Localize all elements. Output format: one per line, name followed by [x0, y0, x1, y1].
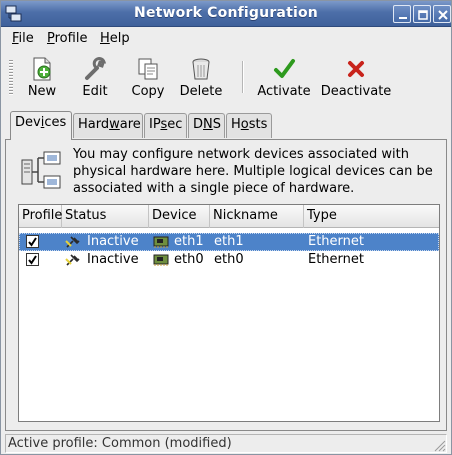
toolbar: New Edit Copy Delete Activate Deactivate — [1, 51, 451, 103]
maximize-button[interactable] — [413, 5, 431, 23]
activate-label: Activate — [257, 84, 311, 99]
device-list[interactable]: Profile Status Device Nickname Type Inac… — [18, 204, 440, 422]
device-list-header: Profile Status Device Nickname Type — [19, 205, 439, 228]
table-row[interactable]: Inactive eth0 eth0 Ethernet — [19, 251, 439, 269]
title-bar[interactable]: Network Configuration — [1, 1, 451, 27]
maximize-icon — [418, 10, 428, 20]
delete-label: Delete — [179, 84, 223, 99]
toolbar-grip[interactable] — [9, 59, 13, 95]
close-icon — [438, 10, 448, 20]
devices-info-text: You may configure network devices associ… — [73, 147, 433, 196]
ethernet-card-icon — [153, 236, 169, 248]
row-nickname: eth1 — [214, 234, 244, 249]
inactive-status-icon — [65, 254, 80, 266]
row-status: Inactive — [87, 234, 139, 249]
copy-icon — [138, 58, 158, 80]
new-device-icon — [33, 57, 51, 81]
wrench-icon — [85, 57, 107, 80]
tab-ipsec[interactable]: IPsec — [144, 113, 187, 138]
ethernet-card-icon — [153, 254, 169, 266]
tab-hosts[interactable]: Hosts — [226, 113, 272, 138]
devices-panel: You may configure network devices associ… — [5, 139, 447, 431]
new-label: New — [27, 84, 57, 99]
inactive-status-icon — [65, 236, 80, 248]
checkmark-icon — [28, 237, 37, 247]
close-button[interactable] — [433, 5, 451, 23]
tab-dns[interactable]: DNS — [188, 113, 225, 138]
profile-checkbox[interactable] — [26, 235, 39, 248]
tab-hardware[interactable]: Hardware — [73, 113, 143, 138]
column-header-profile[interactable]: Profile — [19, 205, 62, 228]
notebook-tabs: Devices Hardware IPsec DNS Hosts — [1, 111, 451, 140]
column-header-status[interactable]: Status — [62, 205, 149, 228]
checkmark-icon — [274, 59, 295, 78]
edit-label: Edit — [82, 84, 108, 99]
column-header-device[interactable]: Device — [149, 205, 210, 228]
profile-checkbox[interactable] — [26, 253, 39, 266]
new-button[interactable]: New — [23, 55, 61, 101]
table-row[interactable]: Inactive eth1 eth1 Ethernet — [19, 233, 439, 251]
trash-icon — [192, 58, 210, 80]
delete-button[interactable]: Delete — [178, 55, 224, 101]
minimize-icon — [399, 17, 407, 19]
column-header-nickname[interactable]: Nickname — [210, 205, 304, 228]
column-header-type[interactable]: Type — [304, 205, 439, 228]
menu-profile[interactable]: Profile — [47, 31, 87, 46]
active-profile-text: Active profile: Common (modified) — [8, 436, 232, 451]
menu-file[interactable]: File — [12, 31, 34, 46]
activate-button[interactable]: Activate — [254, 55, 314, 101]
row-device: eth1 — [174, 234, 204, 249]
row-type: Ethernet — [308, 234, 364, 249]
row-device: eth0 — [174, 252, 204, 267]
x-mark-icon — [348, 61, 364, 77]
checkmark-icon — [28, 255, 37, 265]
row-status: Inactive — [87, 252, 139, 267]
deactivate-button[interactable]: Deactivate — [319, 55, 393, 101]
row-type: Ethernet — [308, 252, 364, 267]
network-configuration-window: Network Configuration File Profile Help … — [0, 0, 452, 455]
copy-button[interactable]: Copy — [127, 55, 169, 101]
menu-bar: File Profile Help — [1, 27, 451, 50]
deactivate-label: Deactivate — [320, 84, 392, 99]
copy-label: Copy — [131, 84, 165, 99]
resize-grip-icon[interactable] — [432, 438, 446, 452]
window-title: Network Configuration — [134, 5, 318, 21]
network-hardware-icon — [21, 151, 61, 189]
status-bar: Active profile: Common (modified) — [5, 434, 447, 453]
menu-help[interactable]: Help — [100, 31, 130, 46]
tab-devices[interactable]: Devices — [10, 111, 72, 140]
minimize-button[interactable] — [393, 5, 411, 23]
toolbar-separator — [242, 61, 244, 93]
row-nickname: eth0 — [214, 252, 244, 267]
edit-button[interactable]: Edit — [77, 55, 113, 101]
